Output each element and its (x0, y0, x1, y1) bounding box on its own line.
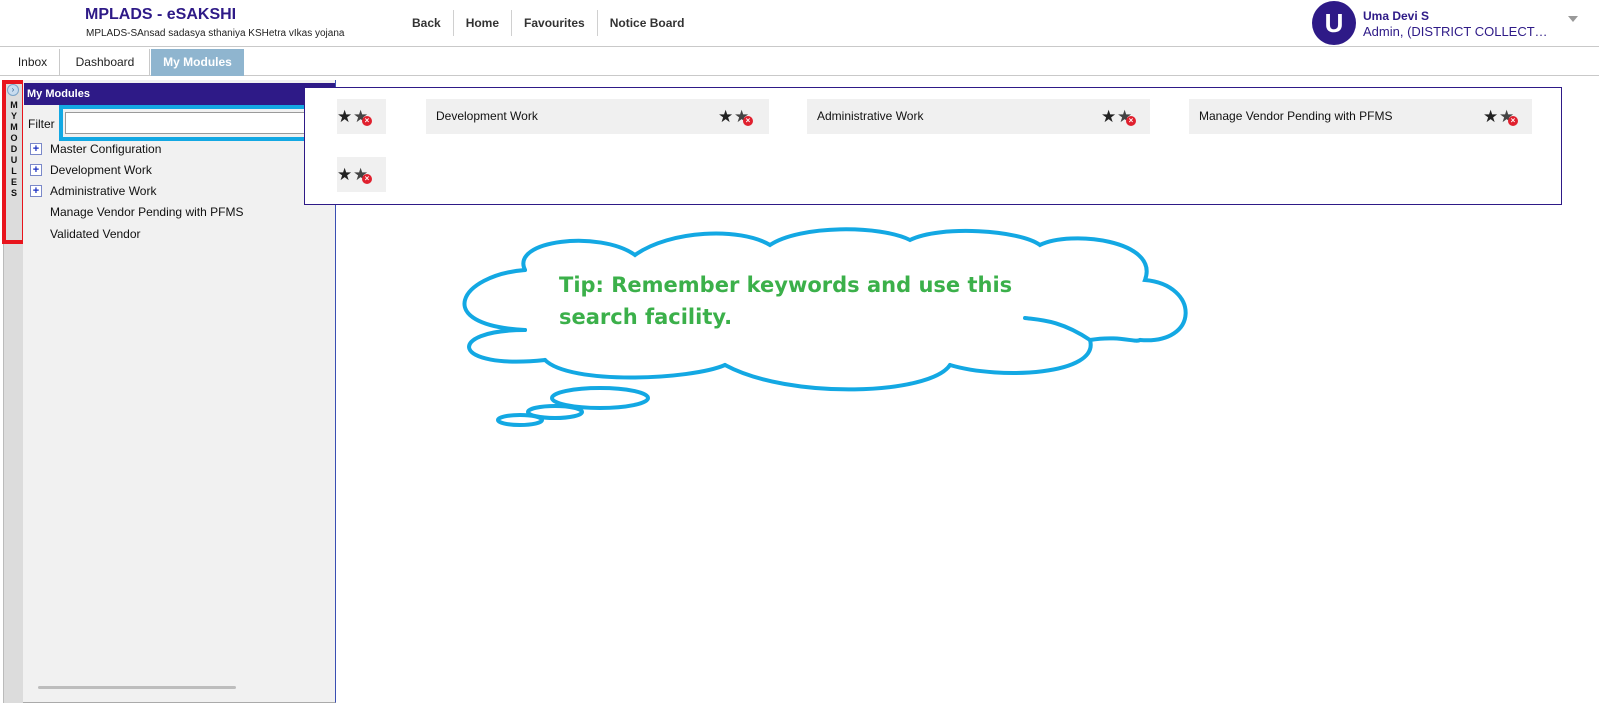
tree-item-master-configuration[interactable]: Master Configuration (50, 142, 161, 156)
tab-dashboard[interactable]: Dashboard (61, 49, 150, 76)
modules-panel: My Modules Filter + Master Configuration… (23, 80, 337, 703)
tree-item-manage-vendor[interactable]: Manage Vendor Pending with PFMS (50, 205, 243, 219)
star-icon[interactable]: ★ (1483, 108, 1498, 125)
side-rail-label: MY MODULES (10, 100, 18, 198)
tab-inbox[interactable]: Inbox (6, 49, 60, 76)
nav-back-link[interactable]: Back (400, 10, 454, 36)
module-tile-manage-vendor[interactable]: Manage Vendor Pending with PFMS ★ ★ × (1189, 99, 1532, 134)
remove-favourite-icon[interactable]: × (1126, 116, 1136, 126)
tile-stars: ★ ★ × (718, 108, 753, 126)
panel-header: My Modules (24, 83, 335, 105)
module-tile-administrative-work[interactable]: Administrative Work ★ ★ × (807, 99, 1150, 134)
tile-stars: ★ ★ × (1483, 108, 1518, 126)
remove-favourite-icon[interactable]: × (743, 116, 753, 126)
nav-notice-board-link[interactable]: Notice Board (598, 10, 697, 36)
tile-stars: ★ ★ × (1101, 108, 1136, 126)
avatar[interactable]: U (1312, 1, 1356, 45)
plus-toggle-icon[interactable]: + (30, 164, 42, 176)
remove-favourite-icon[interactable]: × (362, 116, 372, 126)
remove-favourite-icon[interactable]: × (1508, 116, 1518, 126)
module-tile-development-work[interactable]: Development Work ★ ★ × (426, 99, 769, 134)
tree-item-administrative-work[interactable]: Administrative Work (50, 184, 156, 198)
app-subtitle: MPLADS-SAnsad sadasya sthaniya KSHetra v… (86, 28, 345, 39)
plus-toggle-icon[interactable]: + (30, 185, 42, 197)
module-tile[interactable]: ★ ★ × (337, 157, 386, 192)
star-icon[interactable]: ★ (337, 108, 352, 125)
tree-item-development-work[interactable]: Development Work (50, 163, 152, 177)
panel-scrollbar[interactable] (38, 686, 236, 689)
tip-text: Tip: Remember keywords and use this sear… (559, 273, 1013, 329)
expand-arrow-icon[interactable]: › (7, 84, 19, 96)
tile-label: Administrative Work (817, 109, 924, 123)
star-icon[interactable]: ★ (337, 166, 352, 183)
filter-label: Filter (28, 117, 55, 131)
filter-input[interactable] (65, 112, 309, 134)
app-header: MPLADS - eSAKSHI MPLADS-SAnsad sadasya s… (0, 0, 1599, 47)
nav-home-link[interactable]: Home (454, 10, 513, 36)
app-title: MPLADS - eSAKSHI (85, 6, 237, 23)
top-nav: Back Home Favourites Notice Board (400, 10, 696, 36)
dropdown-caret-icon[interactable] (1568, 16, 1578, 22)
tile-label: Development Work (436, 109, 538, 123)
user-role: Admin, (DISTRICT COLLECTOR... (1363, 24, 1553, 39)
tile-stars: ★ ★ × (337, 166, 372, 184)
tab-my-modules[interactable]: My Modules (151, 49, 244, 76)
star-icon[interactable]: ★ (718, 108, 733, 125)
tile-label: Manage Vendor Pending with PFMS (1199, 109, 1393, 123)
star-icon[interactable]: ★ (1101, 108, 1116, 125)
user-menu[interactable]: U Uma Devi S Admin, (DISTRICT COLLECTOR.… (1285, 0, 1585, 46)
tab-bar: Inbox Dashboard My Modules (0, 46, 1599, 76)
tree-item-validated-vendor[interactable]: Validated Vendor (50, 227, 141, 241)
nav-favourites-link[interactable]: Favourites (512, 10, 598, 36)
user-name: Uma Devi S (1363, 9, 1430, 23)
remove-favourite-icon[interactable]: × (362, 174, 372, 184)
plus-toggle-icon[interactable]: + (30, 143, 42, 155)
module-tile[interactable]: ★ ★ × (337, 99, 386, 134)
tile-stars: ★ ★ × (337, 108, 372, 126)
